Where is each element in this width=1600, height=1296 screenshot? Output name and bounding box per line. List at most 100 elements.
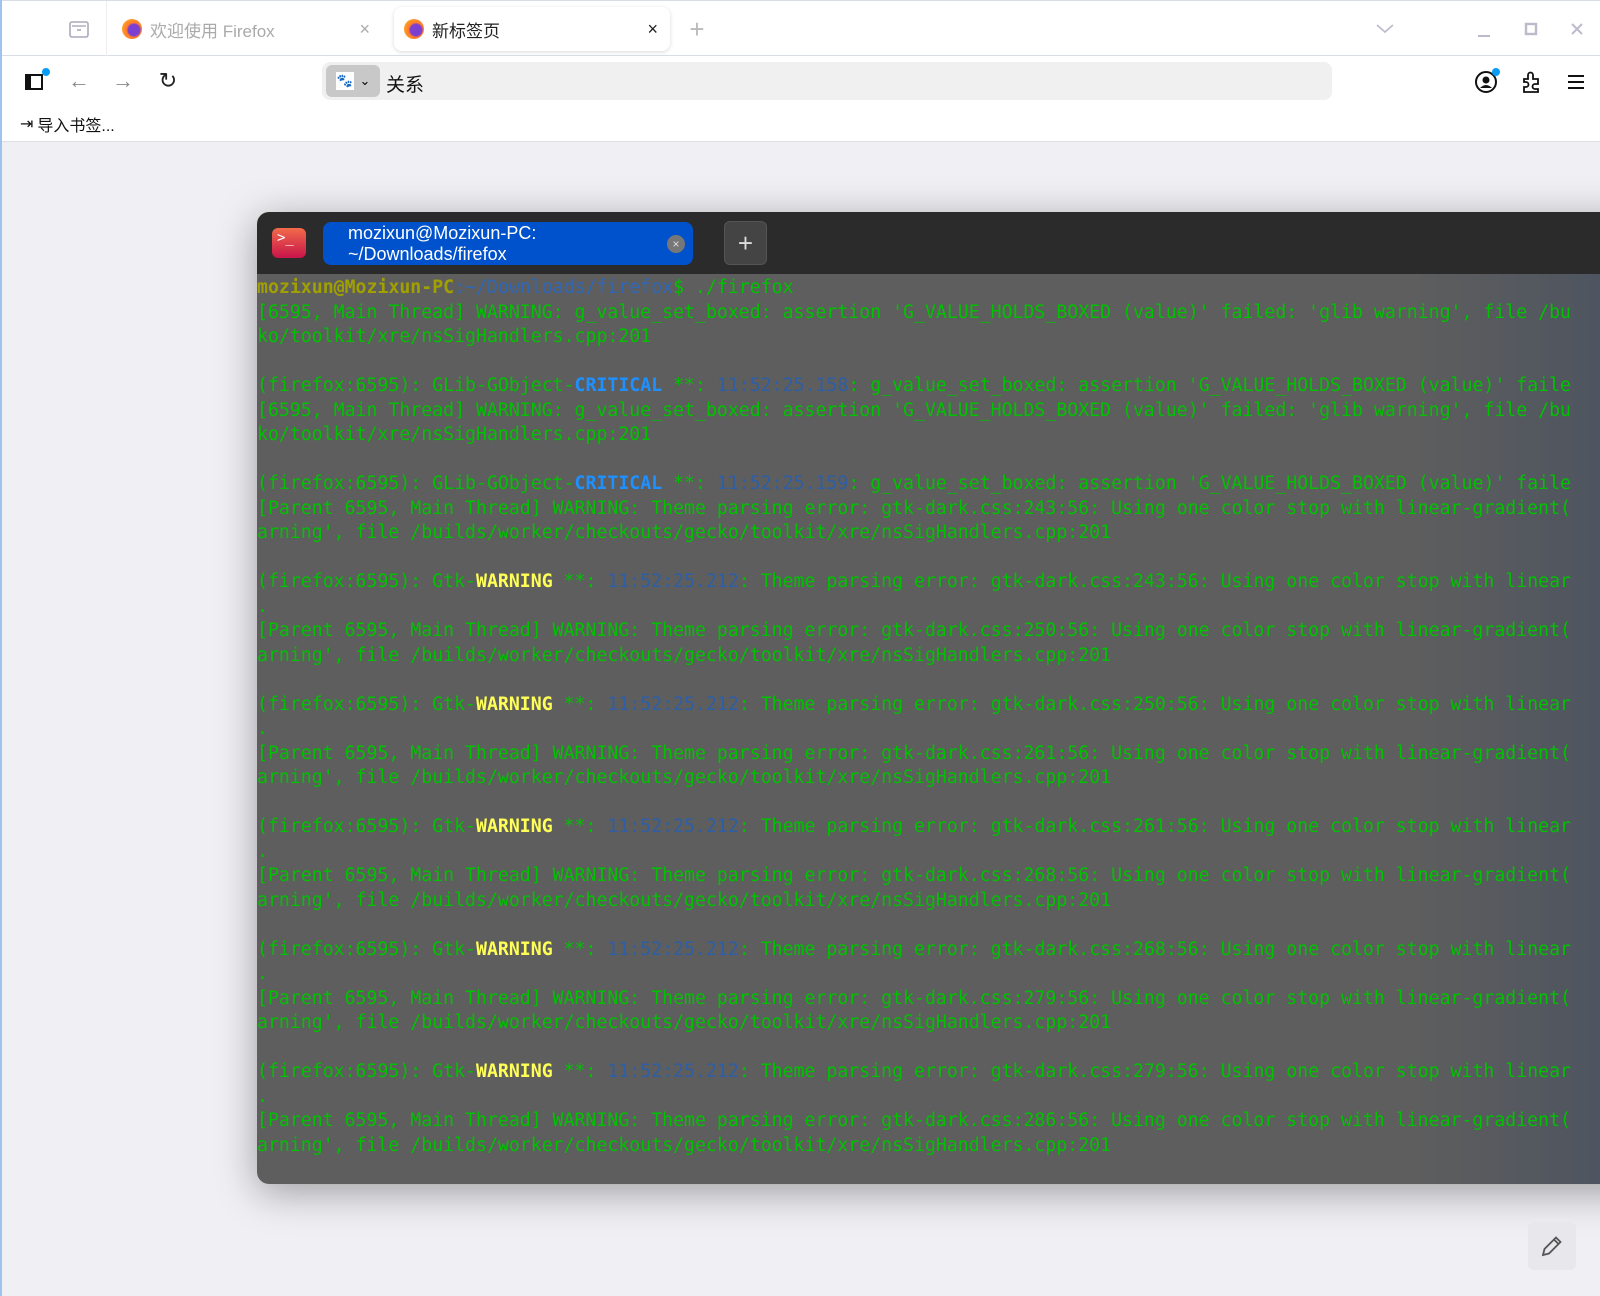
terminal-text-segment: **:	[552, 693, 608, 715]
terminal-text-segment: [Parent 6595, Main Thread] WARNING: Them…	[257, 987, 1571, 1009]
terminal-text-segment: [6595, Main Thread] WARNING: g_value_set…	[257, 399, 1571, 421]
terminal-line: arning', file /builds/worker/checkouts/g…	[257, 889, 1600, 914]
terminal-text-segment: .	[257, 1085, 268, 1107]
terminal-line: .	[257, 1085, 1600, 1110]
tab-label: 欢迎使用 Firefox	[150, 21, 275, 41]
terminal-text-segment: : Theme parsing error: gtk-dark.css:250:…	[738, 693, 1571, 715]
terminal-line: ko/toolkit/xre/nsSigHandlers.cpp:201	[257, 423, 1600, 448]
tab-bar: 欢迎使用 Firefox × 新标签页 × +	[2, 0, 1600, 57]
search-engine-button[interactable]: 🐾 ⌄	[326, 65, 380, 97]
terminal-text-segment: [Parent 6595, Main Thread] WARNING: Them…	[257, 742, 1571, 764]
terminal-tab-title: mozixun@Mozixun-PC: ~/Downloads/firefox	[348, 222, 537, 264]
menu-icon[interactable]	[1562, 68, 1590, 96]
terminal-line: ko/toolkit/xre/nsSigHandlers.cpp:201	[257, 325, 1600, 350]
terminal-line: [Parent 6595, Main Thread] WARNING: Them…	[257, 619, 1600, 644]
nav-toolbar: ← → ↻ 🐾 ⌄ 关系 ⇥ 导入书签...	[2, 56, 1600, 142]
firefox-icon	[122, 19, 142, 39]
terminal-line: (firefox:6595): GLib-GObject-CRITICAL **…	[257, 472, 1600, 497]
back-icon[interactable]: ←	[66, 68, 92, 94]
terminal-text-segment: : Theme parsing error: gtk-dark.css:268:…	[738, 938, 1571, 960]
terminal-line: (firefox:6595): GLib-GObject-CRITICAL **…	[257, 374, 1600, 399]
close-window-icon[interactable]	[1565, 17, 1589, 41]
terminal-text-segment: 11:52:25.158	[716, 375, 849, 396]
terminal-text-segment: (firefox:6595): Gtk-	[257, 816, 476, 837]
edit-button[interactable]	[1528, 1222, 1576, 1270]
terminal-text-segment: arning', file /builds/worker/checkouts/g…	[257, 1012, 1112, 1033]
baidu-paw-icon: 🐾	[335, 72, 354, 90]
chevron-down-icon: ⌄	[359, 73, 371, 88]
terminal-tab[interactable]: mozixun@Mozixun-PC: ~/Downloads/firefox …	[323, 222, 693, 265]
terminal-titlebar: >_ mozixun@Mozixun-PC: ~/Downloads/firef…	[257, 212, 1600, 274]
sidebar-icon[interactable]	[22, 68, 50, 94]
terminal-text-segment: WARNING	[476, 1061, 553, 1082]
terminal-text-segment: : Theme parsing error: gtk-dark.css:279:…	[738, 1061, 1571, 1082]
terminal-window: >_ mozixun@Mozixun-PC: ~/Downloads/firef…	[257, 212, 1600, 1184]
terminal-line: .	[257, 595, 1600, 620]
terminal-text-segment: 11:52:25.212	[607, 693, 739, 715]
terminal-text-segment: CRITICAL	[574, 375, 663, 396]
import-icon: ⇥	[20, 116, 34, 133]
terminal-text-segment: arning', file /builds/worker/checkouts/g…	[257, 767, 1112, 788]
list-all-tabs-icon[interactable]	[1372, 17, 1398, 41]
terminal-text-segment: WARNING	[476, 571, 553, 592]
maximize-icon[interactable]	[1519, 17, 1543, 41]
terminal-text-segment: (firefox:6595): Gtk-	[257, 693, 476, 715]
terminal-output[interactable]: mozixun@Mozixun-PC:~/Downloads/firefox$ …	[257, 274, 1600, 1184]
terminal-text-segment: 11:52:25.212	[607, 1061, 739, 1082]
terminal-text-segment: **:	[552, 1061, 608, 1082]
terminal-line: (firefox:6595): Gtk-WARNING **: 11:52:25…	[257, 815, 1600, 840]
forward-icon[interactable]: →	[110, 68, 136, 94]
tab-close-button[interactable]: ×	[359, 19, 370, 40]
terminal-text-segment: **:	[552, 816, 608, 837]
reload-icon[interactable]: ↻	[155, 68, 181, 94]
minimize-icon[interactable]	[1472, 19, 1496, 43]
terminal-text-segment: 11:52:25.212	[607, 938, 739, 960]
extensions-icon[interactable]	[1518, 68, 1546, 96]
terminal-text-segment: ko/toolkit/xre/nsSigHandlers.cpp:201	[257, 326, 652, 347]
terminal-line: .	[257, 840, 1600, 865]
terminal-line: .	[257, 962, 1600, 987]
url-input[interactable]: 关系	[386, 70, 424, 97]
terminal-text-segment: :~/Downloads/firefox	[454, 277, 674, 298]
terminal-line: arning', file /builds/worker/checkouts/g…	[257, 766, 1600, 791]
terminal-text-segment: (firefox:6595): Gtk-	[257, 1061, 476, 1082]
terminal-text-segment: [Parent 6595, Main Thread] WARNING: Them…	[257, 865, 1571, 886]
terminal-text-segment: 11:52:25.212	[607, 571, 739, 592]
firefox-icon	[404, 19, 424, 39]
terminal-text-segment: [Parent 6595, Main Thread] WARNING: Them…	[257, 1110, 1571, 1131]
tab-welcome[interactable]: 欢迎使用 Firefox ×	[112, 7, 382, 51]
terminal-text-segment: WARNING	[476, 938, 553, 960]
terminal-text-segment: **:	[552, 938, 608, 960]
terminal-line: [Parent 6595, Main Thread] WARNING: Them…	[257, 987, 1600, 1012]
terminal-text-segment: .	[257, 963, 268, 984]
tab-new-tab[interactable]: 新标签页 ×	[394, 7, 670, 51]
account-icon[interactable]	[1472, 68, 1500, 96]
terminal-line: arning', file /builds/worker/checkouts/g…	[257, 644, 1600, 669]
terminal-line: (firefox:6595): Gtk-WARNING **: 11:52:25…	[257, 570, 1600, 595]
terminal-line: arning', file /builds/worker/checkouts/g…	[257, 521, 1600, 546]
terminal-text-segment: arning', file /builds/worker/checkouts/g…	[257, 522, 1112, 543]
terminal-line: (firefox:6595): Gtk-WARNING **: 11:52:25…	[257, 693, 1600, 718]
terminal-text-segment: : g_value_set_boxed: assertion 'G_VALUE_…	[848, 375, 1571, 396]
terminal-text-segment: (firefox:6595): GLib-GObject-	[257, 375, 575, 396]
import-bookmarks-item[interactable]: ⇥ 导入书签...	[20, 112, 115, 136]
terminal-line: arning', file /builds/worker/checkouts/g…	[257, 1011, 1600, 1036]
url-bar[interactable]: 🐾 ⌄ 关系	[322, 62, 1332, 100]
terminal-text-segment: .	[257, 718, 268, 739]
close-icon[interactable]: ×	[667, 235, 685, 253]
terminal-text-segment: WARNING	[476, 693, 553, 715]
terminal-add-tab-button[interactable]: +	[724, 221, 767, 265]
tab-groups-icon[interactable]	[64, 17, 94, 41]
tab-close-button[interactable]: ×	[647, 19, 658, 40]
terminal-text-segment: (firefox:6595): GLib-GObject-	[257, 473, 575, 494]
new-tab-button[interactable]: +	[684, 14, 710, 44]
terminal-text-segment: $ ./firefox	[673, 277, 794, 298]
terminal-text-segment: **:	[662, 375, 717, 396]
terminal-line: [6595, Main Thread] WARNING: g_value_set…	[257, 399, 1600, 424]
terminal-line: arning', file /builds/worker/checkouts/g…	[257, 1134, 1600, 1159]
terminal-text-segment: .	[257, 840, 268, 862]
terminal-text-segment: (firefox:6595): Gtk-	[257, 938, 476, 960]
